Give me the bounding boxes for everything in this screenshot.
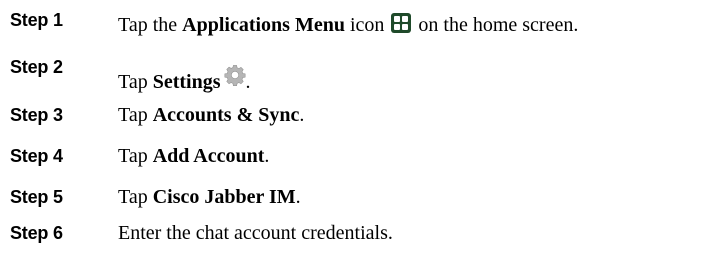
step-label: Step 4 (10, 146, 63, 166)
accounts-sync-term: Accounts & Sync (152, 104, 300, 126)
step-text-pre: Tap (118, 104, 153, 126)
step-text: Tap Accounts & Sync. (118, 104, 304, 127)
step-text: Tap Cisco Jabber IM. (118, 186, 301, 209)
apps-grid-icon (391, 13, 412, 33)
applications-menu-term: Applications Menu (182, 14, 345, 36)
step-label: Step 1 (10, 10, 63, 30)
step-text-post: on the home screen. (413, 14, 579, 36)
step-text-post: . (295, 186, 301, 208)
step-5: Step 5 Tap Cisco Jabber IM. (0, 186, 715, 216)
step-text-pre: Tap (118, 71, 153, 93)
step-text: Tap the Applications Menu icon on the ho… (118, 13, 578, 37)
step-2: Step 2 Tap Settings . (0, 57, 715, 93)
step-text: Enter the chat account credentials. (118, 222, 393, 244)
cisco-jabber-im-term: Cisco Jabber IM (152, 186, 296, 208)
step-6: Step 6 Enter the chat account credential… (0, 222, 715, 252)
step-4: Step 4 Tap Add Account. (0, 145, 715, 175)
procedure-steps: Step 1 Tap the Applications Menu icon on… (0, 0, 715, 253)
gear-icon (224, 65, 245, 86)
settings-term: Settings (152, 71, 221, 93)
step-text: Tap Add Account. (118, 145, 269, 168)
step-label: Step 6 (10, 223, 63, 243)
step-text-mid: icon (344, 14, 385, 36)
step-text-pre: Tap (118, 186, 153, 208)
step-text: Tap Settings . (118, 64, 251, 94)
step-text-post: . (299, 104, 305, 126)
add-account-term: Add Account (152, 145, 265, 167)
step-text-pre: Tap the (118, 14, 183, 36)
step-label: Step 5 (10, 187, 63, 207)
step-text-post: . (264, 145, 270, 167)
step-label: Step 3 (10, 105, 63, 125)
step-label: Step 2 (10, 57, 63, 77)
step-3: Step 3 Tap Accounts & Sync. (0, 104, 715, 134)
step-text-post: . (245, 71, 251, 93)
step-1: Step 1 Tap the Applications Menu icon on… (0, 9, 715, 39)
step-text-pre: Tap (118, 145, 153, 167)
